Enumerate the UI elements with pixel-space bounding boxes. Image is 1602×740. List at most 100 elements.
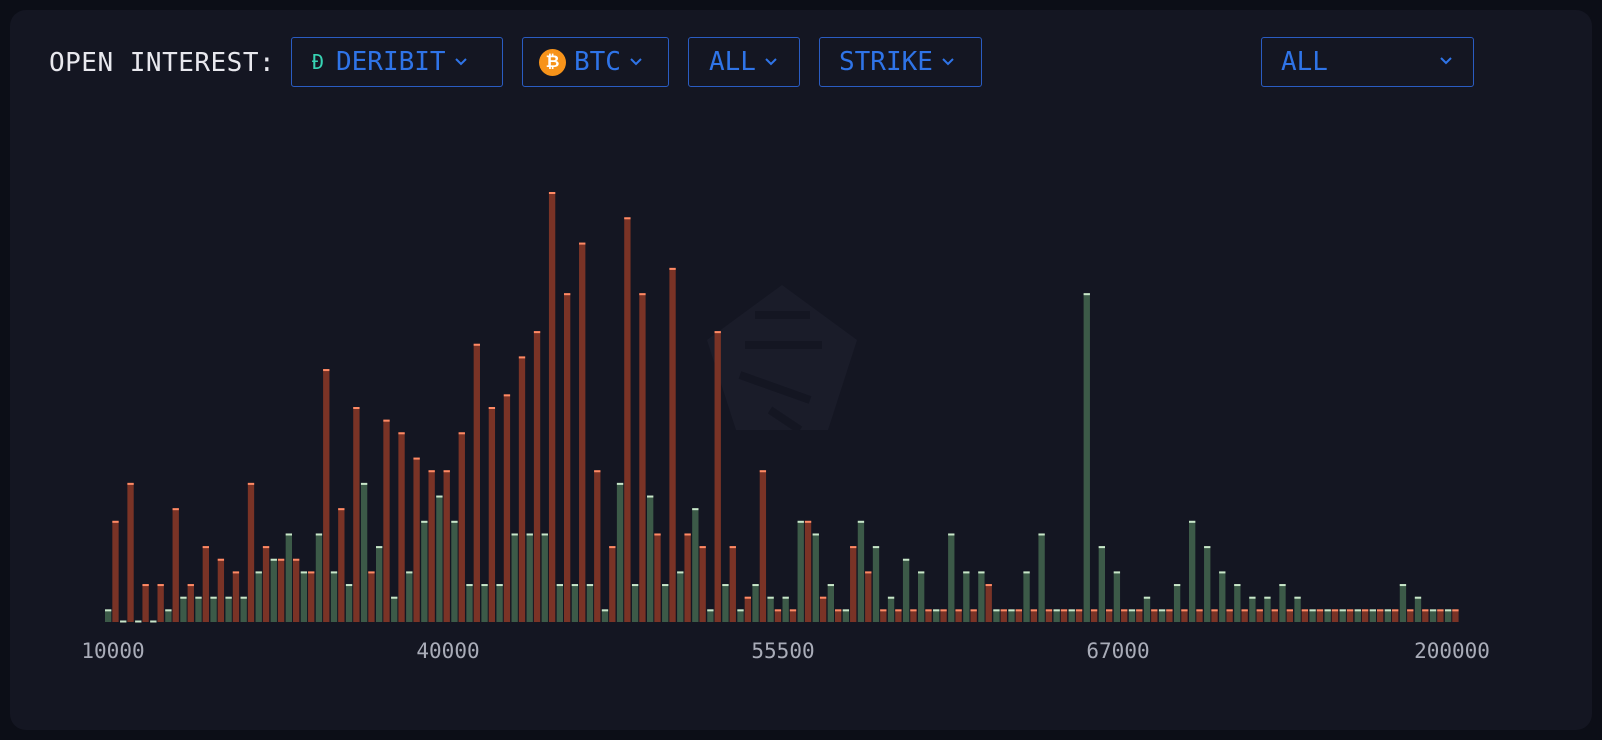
call-bar[interactable] (526, 533, 533, 622)
put-bar[interactable] (323, 369, 330, 622)
call-bar[interactable] (421, 520, 428, 622)
call-bar[interactable] (1264, 596, 1271, 622)
call-bar[interactable] (541, 533, 548, 622)
put-bar[interactable] (262, 546, 270, 622)
call-bar[interactable] (1234, 584, 1241, 622)
call-bar[interactable] (1204, 546, 1211, 622)
call-bar[interactable] (1143, 596, 1151, 622)
call-bar[interactable] (315, 533, 323, 622)
call-bar[interactable] (511, 533, 518, 622)
put-bar[interactable] (292, 558, 300, 622)
call-bar[interactable] (556, 584, 563, 622)
call-bar[interactable] (812, 533, 819, 622)
put-bar[interactable] (714, 331, 721, 622)
call-bar[interactable] (647, 495, 654, 622)
call-bar[interactable] (406, 571, 413, 622)
put-bar[interactable] (684, 533, 691, 622)
call-bar[interactable] (285, 533, 292, 622)
call-bar[interactable] (616, 482, 624, 622)
call-bar[interactable] (391, 596, 398, 622)
call-bar[interactable] (330, 571, 338, 622)
call-bar[interactable] (496, 584, 503, 622)
put-bar[interactable] (985, 584, 992, 622)
put-bar[interactable] (850, 546, 857, 622)
put-bar[interactable] (172, 508, 179, 622)
call-bar[interactable] (887, 596, 895, 622)
put-bar[interactable] (443, 470, 450, 622)
put-bar[interactable] (594, 470, 601, 622)
put-bar[interactable] (609, 546, 616, 622)
put-bar[interactable] (699, 546, 706, 622)
put-bar[interactable] (669, 267, 676, 622)
put-bar[interactable] (202, 546, 209, 622)
call-bar[interactable] (1219, 571, 1226, 622)
call-bar[interactable] (360, 482, 368, 622)
call-bar[interactable] (782, 596, 789, 622)
call-bar[interactable] (677, 571, 684, 622)
call-bar[interactable] (1249, 596, 1256, 622)
put-bar[interactable] (187, 584, 194, 622)
call-bar[interactable] (872, 546, 880, 622)
put-bar[interactable] (654, 533, 661, 622)
exchange-dropdown[interactable]: Ɖ DERIBIT (291, 37, 503, 87)
call-bar[interactable] (692, 508, 699, 622)
call-bar[interactable] (978, 571, 985, 622)
call-bar[interactable] (1083, 293, 1090, 622)
call-bar[interactable] (255, 571, 262, 622)
put-bar[interactable] (759, 470, 767, 622)
put-bar[interactable] (533, 331, 541, 622)
call-bar[interactable] (1038, 533, 1045, 622)
call-bar[interactable] (1098, 546, 1105, 622)
call-bar[interactable] (481, 584, 488, 622)
put-bar[interactable] (112, 520, 119, 622)
call-bar[interactable] (300, 571, 308, 622)
put-bar[interactable] (819, 596, 827, 622)
call-bar[interactable] (586, 584, 594, 622)
group-by-dropdown[interactable]: STRIKE (819, 37, 982, 87)
call-bar[interactable] (1399, 584, 1407, 622)
put-bar[interactable] (503, 394, 511, 622)
call-bar[interactable] (948, 533, 955, 622)
put-bar[interactable] (383, 419, 390, 622)
put-bar[interactable] (308, 571, 315, 622)
call-bar[interactable] (436, 495, 443, 622)
call-bar[interactable] (797, 520, 804, 622)
call-bar[interactable] (963, 571, 970, 622)
put-bar[interactable] (142, 584, 149, 622)
put-bar[interactable] (744, 596, 751, 622)
put-bar[interactable] (368, 571, 375, 622)
call-bar[interactable] (451, 520, 458, 622)
put-bar[interactable] (338, 508, 345, 622)
put-bar[interactable] (579, 242, 586, 622)
call-bar[interactable] (466, 584, 473, 622)
call-bar[interactable] (1023, 571, 1030, 622)
put-bar[interactable] (729, 546, 736, 622)
put-bar[interactable] (428, 470, 435, 622)
put-bar[interactable] (127, 482, 134, 622)
call-bar[interactable] (662, 584, 669, 622)
call-bar[interactable] (1279, 584, 1286, 622)
call-bar[interactable] (210, 596, 217, 622)
call-bar[interactable] (240, 596, 247, 622)
put-bar[interactable] (563, 293, 571, 622)
put-bar[interactable] (804, 520, 812, 622)
put-bar[interactable] (277, 558, 285, 622)
asset-dropdown[interactable]: ₿ BTC (522, 37, 669, 87)
put-bar[interactable] (488, 407, 496, 622)
call-bar[interactable] (752, 584, 759, 622)
put-bar[interactable] (639, 293, 646, 622)
call-bar[interactable] (1294, 596, 1301, 622)
call-bar[interactable] (1173, 584, 1181, 622)
call-bar[interactable] (631, 584, 639, 622)
put-bar[interactable] (413, 457, 420, 622)
put-bar[interactable] (353, 407, 360, 622)
call-bar[interactable] (180, 596, 187, 622)
put-bar[interactable] (157, 584, 164, 622)
put-bar[interactable] (232, 571, 240, 622)
put-bar[interactable] (217, 558, 225, 622)
call-bar[interactable] (1113, 571, 1121, 622)
call-bar[interactable] (270, 558, 277, 622)
put-bar[interactable] (473, 343, 480, 622)
call-bar[interactable] (571, 584, 579, 622)
put-bar[interactable] (865, 571, 872, 622)
